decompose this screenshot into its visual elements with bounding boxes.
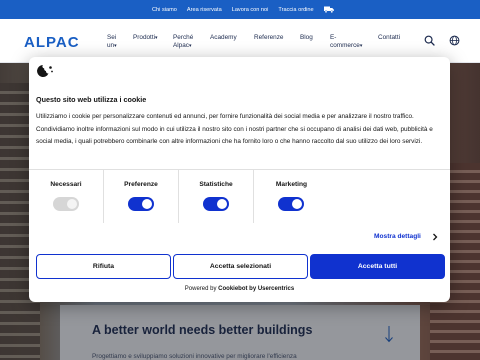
globe-icon[interactable] [449,35,460,46]
nav-item-label: Academy [210,34,237,41]
preferenze-toggle[interactable] [128,197,154,211]
nav-item-sei-un[interactable]: Sei un▾ [107,34,127,50]
accept-selected-button[interactable]: Accetta selezionati [173,254,308,279]
search-icon[interactable] [424,35,435,46]
utility-bar: Chi siamo Area riservata Lavora con noi … [0,0,480,19]
necessari-toggle [53,197,79,211]
cookie-consent-dialog: Questo sito web utilizza i cookie Utiliz… [29,57,450,302]
nav-item-label: Blog [300,34,313,41]
cookie-category-preferenze: Preferenze [104,170,179,223]
cookie-dialog-title: Questo sito web utilizza i cookie [36,95,147,104]
truck-icon [323,6,334,13]
toggle-knob [142,199,152,209]
nav-item-label: E-commerce [330,34,360,49]
show-details-link[interactable]: Mostra dettagli [374,233,421,240]
accept-all-button[interactable]: Accetta tutti [310,254,445,279]
nav-item-perche-alpac[interactable]: Perché Alpac▾ [173,34,201,50]
category-label: Necessari [50,181,82,188]
chevron-right-icon[interactable] [432,233,438,241]
alpac-logo[interactable]: ALPAC [24,34,80,51]
nav-item-blog[interactable]: Blog [300,34,313,42]
category-label: Preferenze [124,181,158,188]
cookie-category-marketing: Marketing [254,170,329,223]
toggle-knob [292,199,302,209]
nav-item-referenze[interactable]: Referenze [254,34,284,42]
powered-by-brand[interactable]: Cookiebot by Usercentrics [218,286,294,292]
chevron-down-icon: ▾ [114,42,117,49]
powered-by: Powered by Cookiebot by Usercentrics [29,286,450,292]
cookie-category-necessari: Necessari [29,170,104,223]
nav-item-academy[interactable]: Academy [210,34,237,42]
chevron-down-icon: ▾ [155,35,158,41]
cookiebot-logo-icon [37,65,53,77]
nav-item-label: Prodotti [133,34,156,41]
marketing-toggle[interactable] [278,197,304,211]
nav-item-contatti[interactable]: Contatti [378,34,400,42]
chevron-down-icon: ▾ [189,42,192,49]
topbar-link-chi-siamo[interactable]: Chi siamo [152,7,177,13]
category-label: Marketing [275,181,308,188]
nav-item-label: Contatti [378,34,401,41]
toggle-knob [217,199,227,209]
cookie-category-statistiche: Statistiche [179,170,254,223]
chevron-down-icon: ▾ [359,42,363,49]
deny-button[interactable]: Rifiuta [36,254,171,279]
topbar-link-lavora-con-noi[interactable]: Lavora con noi [232,7,269,13]
cookie-dialog-text: Utilizziamo i cookie per personalizzare … [36,113,433,145]
nav-item-e-commerce[interactable]: E-commerce▾ [330,34,363,50]
category-label: Statistiche [199,181,233,188]
topbar-link-area-riservata[interactable]: Area riservata [187,7,222,13]
powered-by-prefix: Powered by [184,286,217,292]
statistiche-toggle[interactable] [203,197,229,211]
topbar-link-traccia-ordine[interactable]: Traccia ordine [278,7,313,13]
nav-item-prodotti[interactable]: Prodotti▾ [133,34,158,43]
nav-item-label: Referenze [254,34,284,41]
toggle-knob [67,199,77,209]
